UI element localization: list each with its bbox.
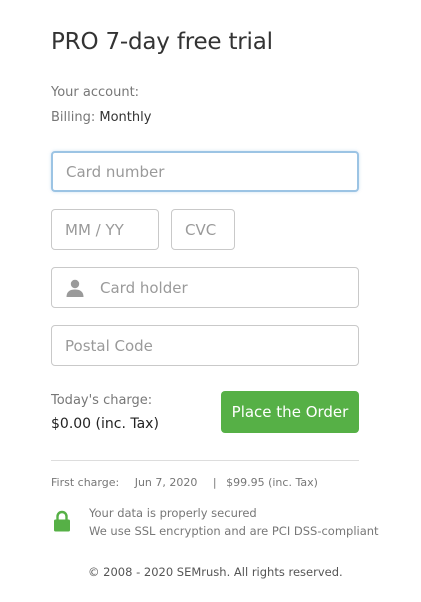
billing-value: Monthly (99, 110, 152, 125)
todays-charge-value: $0.00 (inc. Tax) (51, 416, 159, 432)
first-charge-date: Jun 7, 2020 (134, 476, 198, 489)
account-label: Your account: (51, 85, 140, 100)
expiry-field-wrapper (51, 209, 159, 250)
copyright: © 2008 - 2020 SEMrush. All rights reserv… (88, 565, 343, 579)
security-line-1: Your data is properly secured (89, 506, 257, 520)
expiry-input[interactable] (52, 210, 158, 249)
card-holder-field-wrapper (51, 267, 359, 308)
lock-icon (54, 510, 70, 532)
postal-code-input[interactable] (52, 326, 358, 365)
card-holder-input[interactable] (52, 268, 358, 307)
first-charge-label: First charge: (51, 476, 120, 489)
cvc-field-wrapper (171, 209, 235, 250)
divider (51, 460, 359, 461)
cvc-input[interactable] (172, 210, 234, 249)
todays-charge-label: Today's charge: (51, 393, 153, 408)
postal-code-field-wrapper (51, 325, 359, 366)
place-order-button[interactable]: Place the Order (221, 391, 359, 433)
billing-row: Billing: Monthly (51, 110, 151, 125)
billing-label: Billing: (51, 110, 96, 125)
first-charge-amount: $99.95 (inc. Tax) (226, 476, 318, 489)
card-number-field-wrapper (51, 151, 359, 192)
page-title: PRO 7-day free trial (51, 29, 273, 55)
user-icon (66, 279, 84, 297)
security-line-2: We use SSL encryption and are PCI DSS-co… (89, 524, 379, 538)
card-number-input[interactable] (53, 153, 357, 190)
first-charge-separator: | (212, 476, 217, 489)
first-charge-info: First charge: Jun 7, 2020 | $99.95 (inc.… (51, 476, 324, 489)
